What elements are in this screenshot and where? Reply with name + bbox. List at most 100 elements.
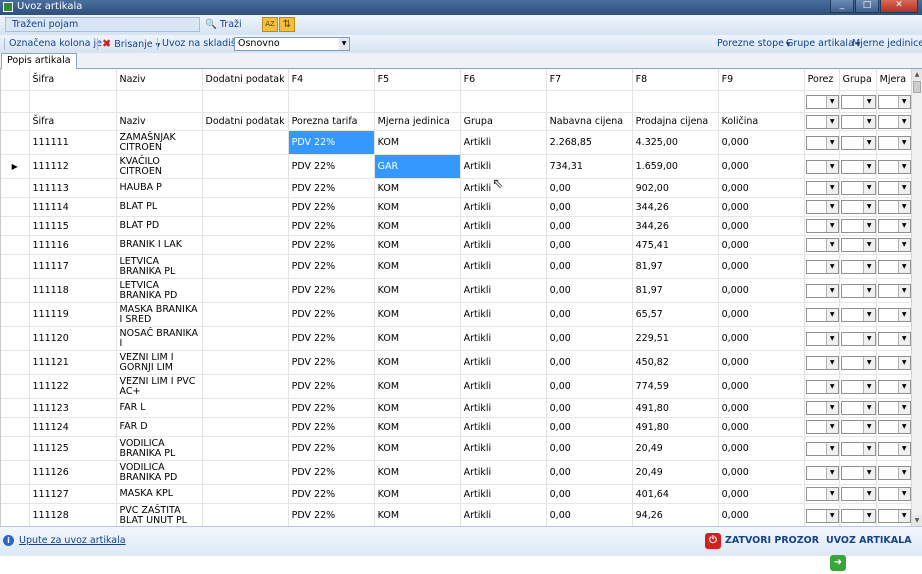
column-header[interactable]: F6 <box>460 69 547 91</box>
cell-naziv[interactable]: BLAT PD <box>116 216 203 236</box>
dropdown-select[interactable]: ▼ <box>840 238 876 252</box>
cell-jedinica[interactable]: KOM <box>374 130 461 155</box>
table-row[interactable]: ▶ 111112 KVAČILO CITROEN PDV 22% GAR Artikli 7… <box>1 154 912 179</box>
cell-nabavna[interactable]: 0,00 <box>546 197 633 217</box>
dropdown-select[interactable]: ▼ <box>840 401 876 415</box>
column-header[interactable]: F4 <box>288 69 375 91</box>
column-header[interactable]: Mjera <box>876 69 912 91</box>
dropdown-cell[interactable]: ▼ <box>839 326 877 351</box>
cell-prodajna[interactable]: 81,97 <box>632 278 719 303</box>
cell-sifra[interactable]: 111122 <box>29 374 117 399</box>
dropdown-select[interactable]: ▼ <box>840 283 876 298</box>
dropdown-cell[interactable]: ▼ <box>839 90 877 113</box>
dropdown-select[interactable]: ▼ <box>805 465 839 480</box>
cell-kolicina[interactable]: 0,000 <box>718 154 805 179</box>
table-row[interactable]: 111123 FAR L PDV 22% KOM Artikli 0,00 491,80 0,… <box>1 398 912 418</box>
column-mode-dropdown[interactable]: Označena kolona je ▼ <box>9 37 110 51</box>
cell-kolicina[interactable]: 0,000 <box>718 326 805 351</box>
cell-dodatni[interactable] <box>202 484 289 504</box>
cell-grupa[interactable]: Artikli <box>460 326 547 351</box>
cell-dodatni[interactable] <box>202 503 289 526</box>
cell-prodajna[interactable]: 65,57 <box>632 302 719 327</box>
cell-sifra[interactable]: 111116 <box>29 235 117 255</box>
dropdown-select[interactable]: ▼ <box>840 331 876 346</box>
cell-tarifa[interactable]: PDV 22% <box>288 254 375 279</box>
dropdown-select[interactable]: ▼ <box>840 94 876 109</box>
cell-dodatni[interactable] <box>202 178 289 198</box>
column-header[interactable]: F5 <box>374 69 461 91</box>
dropdown-cell[interactable]: ▼ <box>876 460 912 485</box>
minimize-button[interactable]: _ <box>830 0 854 13</box>
cell-prodajna[interactable]: 902,00 <box>632 178 719 198</box>
cell-nabavna[interactable]: 0,00 <box>546 326 633 351</box>
cell-prodajna[interactable]: 344,26 <box>632 197 719 217</box>
cell-nabavna[interactable]: 0,00 <box>546 503 633 526</box>
dropdown-select[interactable]: ▼ <box>840 465 876 480</box>
dropdown-select[interactable]: ▼ <box>840 181 876 195</box>
cell-sifra[interactable]: 111124 <box>29 417 117 437</box>
dropdown-select[interactable]: ▼ <box>805 401 839 415</box>
cell-dodatni[interactable] <box>202 374 289 399</box>
dropdown-cell[interactable]: ▼ <box>839 130 877 155</box>
cell-dodatni[interactable] <box>202 216 289 236</box>
dropdown-select[interactable]: ▼ <box>877 238 911 252</box>
dropdown-select[interactable]: ▼ <box>805 135 839 150</box>
dropdown-select[interactable]: ▼ <box>877 331 911 346</box>
search-button[interactable]: 🔍 Traži <box>205 17 242 32</box>
table-row[interactable]: 111125 VODILICA BRANIKA PL PDV 22% KOM Artik… <box>1 436 912 461</box>
dropdown-cell[interactable]: ▼ <box>839 398 877 418</box>
help-link[interactable]: Upute za uvoz artikala <box>19 535 126 546</box>
table-row[interactable]: 111119 MASKA BRANIKA I SRED PDV 22% KOM Arti… <box>1 302 912 327</box>
dropdown-select[interactable]: ▼ <box>840 355 876 370</box>
cell-prodajna[interactable]: 401,64 <box>632 484 719 504</box>
cell-naziv[interactable]: ZAMAŠNJAK CITROEN <box>116 130 203 155</box>
cell-kolicina[interactable]: 0,000 <box>718 278 805 303</box>
scroll-down-icon[interactable]: ▼ <box>912 515 922 526</box>
dropdown-cell[interactable]: ▼ <box>839 178 877 198</box>
cell-naziv[interactable]: KVAČILO CITROEN <box>116 154 203 179</box>
cell-jedinica[interactable]: KOM <box>374 350 461 375</box>
cell-jedinica[interactable]: KOM <box>374 503 461 526</box>
cell-naziv[interactable]: LETVICA BRANIKA PL <box>116 254 203 279</box>
dropdown-cell[interactable]: ▼ <box>876 503 912 526</box>
cell-sifra[interactable]: 111120 <box>29 326 117 351</box>
table-row[interactable]: 111127 MASKA KPL PDV 22% KOM Artikli 0,00 401,… <box>1 484 912 504</box>
cell-grupa[interactable]: Artikli <box>460 398 547 418</box>
cell-tarifa[interactable]: PDV 22% <box>288 460 375 485</box>
dropdown-cell[interactable]: ▼ <box>804 374 840 399</box>
cell-tarifa[interactable]: PDV 22% <box>288 417 375 437</box>
cell-grupa[interactable]: Artikli <box>460 460 547 485</box>
dropdown-select[interactable]: ▼ <box>877 159 911 174</box>
cell-sifra[interactable]: 111115 <box>29 216 117 236</box>
dropdown-select[interactable]: ▼ <box>877 181 911 195</box>
cell-nabavna[interactable]: 2.268,85 <box>546 130 633 155</box>
cell-prodajna[interactable]: 475,41 <box>632 235 719 255</box>
table-row[interactable]: 111114 BLAT PL PDV 22% KOM Artikli 0,00 344,26… <box>1 197 912 217</box>
cell-jedinica[interactable]: KOM <box>374 178 461 198</box>
sort-az-icon[interactable]: AZ <box>262 17 278 32</box>
dropdown-cell[interactable]: ▼ <box>876 254 912 279</box>
delete-dropdown[interactable]: ✖ Brisanje ▼ <box>102 37 160 51</box>
dropdown-cell[interactable]: ▼ <box>876 374 912 399</box>
table-row[interactable]: 111124 FAR D PDV 22% KOM Artikli 0,00 491,80 0,… <box>1 417 912 437</box>
table-row[interactable]: 111126 VODILICA BRANIKA PD PDV 22% KOM Artik… <box>1 460 912 485</box>
cell-nabavna[interactable]: 0,00 <box>546 178 633 198</box>
dropdown-select[interactable]: ▼ <box>805 283 839 298</box>
cell-kolicina[interactable]: 0,000 <box>718 503 805 526</box>
cell-jedinica[interactable]: KOM <box>374 398 461 418</box>
units-menu[interactable]: Mjerne jedinice ▼ <box>852 37 922 51</box>
dropdown-select[interactable]: ▼ <box>805 420 839 434</box>
cell-grupa[interactable]: Artikli <box>460 254 547 279</box>
cell-naziv[interactable]: VEZNI LIM I GORNJI LIM <box>116 350 203 375</box>
cell-kolicina[interactable]: 0,000 <box>718 130 805 155</box>
cell-prodajna[interactable]: 20,49 <box>632 460 719 485</box>
dropdown-select[interactable]: ▼ <box>805 379 839 394</box>
dropdown-select[interactable]: ▼ <box>877 219 911 233</box>
cell-grupa[interactable]: Artikli <box>460 350 547 375</box>
tax-rates-menu[interactable]: Porezne stope ▼ <box>717 37 791 51</box>
dropdown-cell[interactable]: ▼ <box>839 350 877 375</box>
cell-naziv[interactable]: LETVICA BRANIKA PD <box>116 278 203 303</box>
cell-prodajna[interactable]: 774,59 <box>632 374 719 399</box>
dropdown-select[interactable]: ▼ <box>840 200 876 214</box>
table-row[interactable]: 111113 HAUBA P PDV 22% KOM Artikli 0,00 902,00… <box>1 178 912 198</box>
